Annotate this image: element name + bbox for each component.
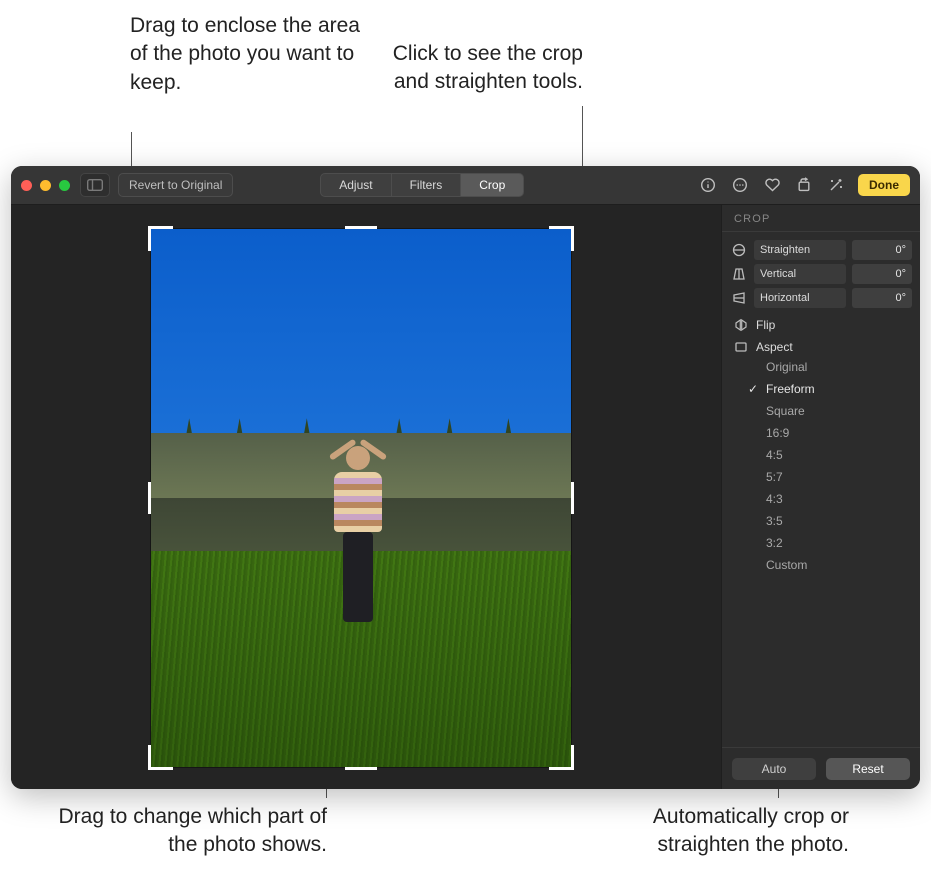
flip-row[interactable]: Flip: [722, 310, 920, 336]
edit-mode-tabs: Adjust Filters Crop: [320, 173, 524, 197]
vertical-value[interactable]: 0°: [852, 264, 912, 284]
reset-crop-button[interactable]: Reset: [826, 758, 910, 780]
toolbar-right-group: Done: [698, 174, 910, 196]
revert-to-original-button[interactable]: Revert to Original: [118, 173, 233, 197]
vertical-perspective-icon: [730, 267, 748, 281]
straighten-icon: [730, 243, 748, 257]
vertical-row: Vertical 0°: [722, 262, 920, 286]
aspect-option-label: 3:5: [766, 514, 783, 528]
flip-label: Flip: [756, 318, 775, 332]
sidebar-toggle-button[interactable]: [80, 173, 110, 197]
photo-preview[interactable]: [151, 229, 571, 767]
rotate-icon[interactable]: [794, 175, 814, 195]
aspect-option-3-2[interactable]: ✓3:2: [766, 536, 920, 550]
aspect-option-custom[interactable]: ✓Custom: [766, 558, 920, 572]
callout-top-left: Drag to enclose the area of the photo yo…: [130, 12, 360, 97]
aspect-option-freeform[interactable]: ✓Freeform: [766, 382, 920, 396]
aspect-option-label: Square: [766, 404, 805, 418]
horizontal-label[interactable]: Horizontal: [754, 288, 846, 308]
photos-edit-window: Revert to Original Adjust Filters Crop D…: [11, 166, 920, 789]
callout-top-right: Click to see the crop and straighten too…: [373, 40, 583, 97]
aspect-option-square[interactable]: ✓Square: [766, 404, 920, 418]
aspect-option-original[interactable]: ✓Original: [766, 360, 920, 374]
window-controls: [21, 180, 70, 191]
aspect-option-label: Freeform: [766, 382, 815, 396]
aspect-option-4-3[interactable]: ✓4:3: [766, 492, 920, 506]
tab-adjust[interactable]: Adjust: [320, 173, 390, 197]
aspect-option-label: 4:5: [766, 448, 783, 462]
flip-icon: [734, 318, 748, 332]
tab-filters[interactable]: Filters: [391, 173, 461, 197]
aspect-option-label: 3:2: [766, 536, 783, 550]
aspect-label: Aspect: [756, 340, 793, 354]
zoom-window-button[interactable]: [59, 180, 70, 191]
crop-panel: CROP Straighten 0° Vertical 0° Horizonta…: [721, 205, 920, 789]
info-icon[interactable]: [698, 175, 718, 195]
auto-crop-button[interactable]: Auto: [732, 758, 816, 780]
straighten-value[interactable]: 0°: [852, 240, 912, 260]
aspect-option-label: 4:3: [766, 492, 783, 506]
aspect-option-label: Original: [766, 360, 807, 374]
favorite-icon[interactable]: [762, 175, 782, 195]
horizontal-value[interactable]: 0°: [852, 288, 912, 308]
aspect-option-5-7[interactable]: ✓5:7: [766, 470, 920, 484]
aspect-option-16-9[interactable]: ✓16:9: [766, 426, 920, 440]
aspect-option-label: 16:9: [766, 426, 789, 440]
more-icon[interactable]: [730, 175, 750, 195]
aspect-option-4-5[interactable]: ✓4:5: [766, 448, 920, 462]
horizontal-row: Horizontal 0°: [722, 286, 920, 310]
vertical-label[interactable]: Vertical: [754, 264, 846, 284]
straighten-label[interactable]: Straighten: [754, 240, 846, 260]
crop-handle-bottom[interactable]: [345, 767, 377, 770]
aspect-list: ✓Original✓Freeform✓Square✓16:9✓4:5✓5:7✓4…: [722, 358, 920, 578]
aspect-option-3-5[interactable]: ✓3:5: [766, 514, 920, 528]
panel-footer: Auto Reset: [722, 747, 920, 789]
photo-crop-frame[interactable]: [151, 229, 571, 767]
aspect-header-row[interactable]: Aspect: [722, 336, 920, 358]
edit-canvas[interactable]: [11, 205, 721, 789]
check-icon: ✓: [748, 382, 758, 396]
aspect-option-label: Custom: [766, 558, 807, 572]
panel-title: CROP: [722, 205, 920, 232]
horizontal-perspective-icon: [730, 291, 748, 305]
tab-crop[interactable]: Crop: [460, 173, 524, 197]
close-window-button[interactable]: [21, 180, 32, 191]
crop-handle-right[interactable]: [571, 482, 574, 514]
callout-bottom-left: Drag to change which part of the photo s…: [32, 803, 327, 860]
straighten-row: Straighten 0°: [722, 238, 920, 262]
aspect-option-label: 5:7: [766, 470, 783, 484]
aspect-icon: [734, 340, 748, 354]
minimize-window-button[interactable]: [40, 180, 51, 191]
toolbar: Revert to Original Adjust Filters Crop D…: [11, 166, 920, 205]
auto-enhance-icon[interactable]: [826, 175, 846, 195]
done-button[interactable]: Done: [858, 174, 910, 196]
callout-bottom-right: Automatically crop or straighten the pho…: [574, 803, 849, 860]
